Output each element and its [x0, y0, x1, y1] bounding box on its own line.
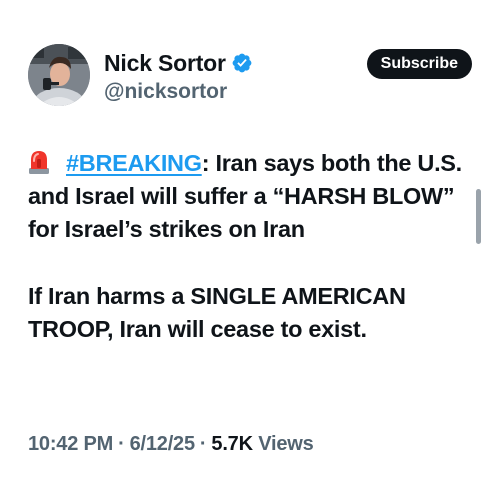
scrollbar-thumb[interactable] — [476, 189, 481, 244]
verified-badge-icon[interactable] — [231, 52, 253, 74]
author-names: Nick Sortor @nicksortor — [104, 48, 253, 104]
subscribe-button[interactable]: Subscribe — [366, 49, 472, 79]
tweet-header: Nick Sortor @nicksortor Subscribe — [28, 44, 472, 112]
tweet-paragraph-1: #BREAKING: Iran says both the U.S. and I… — [28, 147, 478, 246]
tweet-date[interactable]: 6/12/25 — [130, 433, 196, 455]
siren-emoji-icon — [28, 149, 50, 175]
author-handle[interactable]: @nicksortor — [104, 80, 253, 104]
tweet-meta: 10:42 PM · 6/12/25 · 5.7K Views — [28, 433, 314, 456]
display-name[interactable]: Nick Sortor — [104, 50, 226, 77]
hashtag-link[interactable]: #BREAKING — [66, 150, 202, 176]
meta-separator: · — [199, 433, 207, 455]
tweet-time[interactable]: 10:42 PM — [28, 433, 113, 455]
avatar[interactable] — [28, 44, 90, 106]
display-name-row: Nick Sortor — [104, 48, 253, 78]
tweet-text: #BREAKING: Iran says both the U.S. and I… — [28, 147, 478, 346]
views-label: Views — [258, 433, 314, 455]
views-count: 5.7K — [211, 433, 253, 455]
tweet-paragraph-2: If Iran harms a SINGLE AMERICAN TROOP, I… — [28, 283, 406, 342]
meta-separator: · — [118, 433, 125, 455]
profile-photo-avatar — [28, 44, 90, 106]
